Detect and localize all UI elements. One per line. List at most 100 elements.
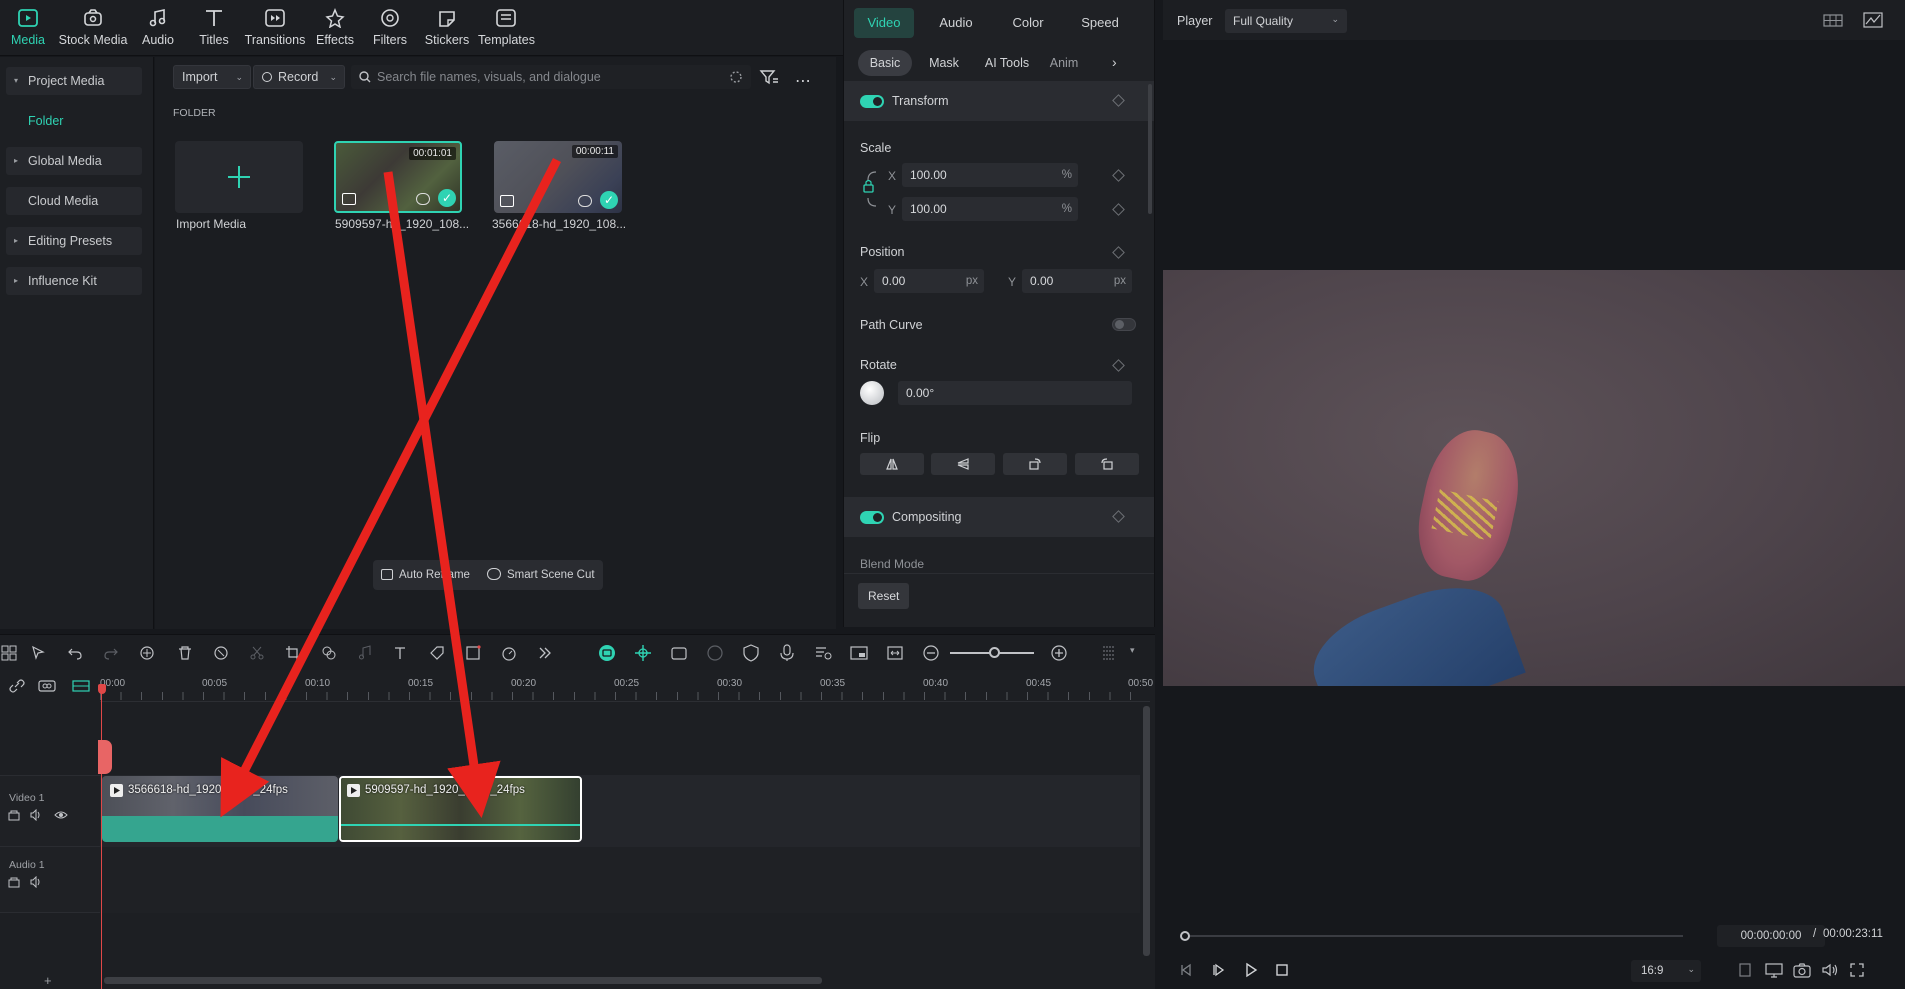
tab-speed[interactable]: Speed [1070, 8, 1130, 38]
keyframe-diamond-icon[interactable] [1112, 359, 1125, 372]
media-thumb-2[interactable]: 00:00:11 ✓ [494, 141, 622, 213]
zoom-slider-handle[interactable] [989, 647, 1000, 658]
subtab-basic[interactable]: Basic [858, 50, 912, 76]
playback-scrubber[interactable] [1183, 935, 1683, 937]
add-track-icon[interactable] [38, 678, 56, 694]
record-button[interactable]: Record ⌄ [253, 65, 345, 89]
scale-y-field[interactable]: 100.00 % [902, 197, 1078, 221]
import-button[interactable]: Import ⌄ [173, 65, 251, 89]
timeline-horizontal-scrollbar[interactable] [104, 977, 822, 984]
smart-scene-cut-button[interactable]: Smart Scene Cut [487, 560, 595, 590]
snap-icon[interactable] [634, 644, 652, 662]
tab-color[interactable]: Color [998, 8, 1058, 38]
microphone-icon[interactable] [778, 644, 796, 662]
playhead-handle[interactable] [98, 684, 106, 694]
more-options-icon[interactable]: ⋯ [795, 71, 812, 91]
aspect-ratio-dropdown[interactable]: 16:9 ⌄ [1631, 960, 1701, 982]
color-match-icon[interactable] [320, 644, 338, 662]
grid-layout-icon[interactable] [1823, 12, 1843, 28]
reset-button[interactable]: Reset [858, 583, 910, 609]
keyframe-diamond-icon[interactable] [1112, 510, 1125, 523]
link-icon[interactable] [8, 678, 26, 694]
render-icon[interactable] [706, 644, 724, 662]
playhead-line[interactable] [101, 690, 102, 989]
position-y-field[interactable]: 0.00 px [1022, 269, 1132, 293]
speed-icon[interactable] [500, 644, 518, 662]
keyframe-diamond-icon[interactable] [1112, 169, 1125, 182]
display-icon[interactable] [1765, 962, 1783, 978]
tab-templates[interactable]: Templates [478, 6, 535, 52]
volume-icon[interactable] [1821, 962, 1839, 978]
sidebar-item-global-media[interactable]: ▸ Global Media [6, 147, 142, 175]
rotate-counterclockwise-button[interactable] [1075, 453, 1139, 475]
undo-icon[interactable] [66, 644, 84, 662]
ai-highlight-icon[interactable] [598, 644, 616, 662]
rotate-clockwise-button[interactable] [1003, 453, 1067, 475]
tab-media[interactable]: Media [8, 6, 48, 52]
add-icon[interactable]: + [44, 973, 52, 988]
position-x-field[interactable]: 0.00 px [874, 269, 984, 293]
more-tools-icon[interactable] [536, 644, 554, 662]
current-time-field[interactable]: 00:00:00:00 [1717, 925, 1825, 947]
media-thumb-1[interactable]: 00:01:01 ✓ [334, 141, 462, 213]
compositing-section-header[interactable]: Compositing [844, 497, 1154, 537]
text-tool-icon[interactable] [392, 644, 410, 662]
video-preview[interactable] [1163, 270, 1905, 686]
delete-icon[interactable] [176, 644, 194, 662]
track-lock-icon[interactable] [8, 809, 20, 821]
fit-timeline-icon[interactable] [886, 644, 904, 662]
caret-down-icon[interactable]: ▾ [1130, 645, 1135, 656]
scale-x-field[interactable]: 100.00 % [902, 163, 1078, 187]
mark-icon[interactable] [1737, 962, 1753, 978]
flip-horizontal-button[interactable] [860, 453, 924, 475]
timeline-clip-2[interactable]: 5909597-hd_1920_1080_24fps [339, 776, 582, 842]
track-mute-icon[interactable] [30, 809, 42, 821]
sidebar-item-editing-presets[interactable]: ▸ Editing Presets [6, 227, 142, 255]
layout-icon[interactable] [0, 644, 18, 662]
track-visibility-icon[interactable] [54, 809, 68, 821]
compositing-toggle[interactable] [860, 511, 884, 524]
track-lock-icon[interactable] [8, 876, 20, 888]
redo-icon[interactable] [102, 644, 120, 662]
tab-titles[interactable]: Titles [195, 6, 233, 52]
ai-tool-icon[interactable] [138, 644, 156, 662]
audio-stretch-icon[interactable] [356, 644, 374, 662]
snapshot-icon[interactable] [1793, 962, 1811, 978]
timeline-ruler[interactable]: 00:00 00:05 00:10 00:15 00:20 00:25 00:3… [100, 670, 1153, 702]
subtab-animation[interactable]: Anim [1044, 50, 1084, 76]
previous-frame-icon[interactable] [1179, 962, 1195, 978]
quality-dropdown[interactable]: Full Quality ⌄ [1225, 9, 1347, 33]
track-mute-icon[interactable] [30, 876, 42, 888]
subtab-mask[interactable]: Mask [920, 50, 968, 76]
tab-stock-media[interactable]: Stock Media [58, 6, 128, 52]
sidebar-item-project-media[interactable]: ▾ Project Media [6, 67, 142, 95]
lock-icon[interactable] [862, 168, 882, 212]
pip-icon[interactable] [850, 644, 868, 662]
flip-vertical-button[interactable] [931, 453, 995, 475]
tab-stickers[interactable]: Stickers [424, 6, 470, 52]
keyframe-diamond-icon[interactable] [1112, 94, 1125, 107]
path-curve-toggle[interactable] [1112, 318, 1136, 331]
import-media-tile[interactable] [175, 141, 303, 213]
props-scrollbar[interactable] [1148, 84, 1152, 214]
play-icon[interactable] [1243, 962, 1259, 978]
rotate-field[interactable]: 0.00° [898, 381, 1132, 405]
sidebar-item-influence-kit[interactable]: ▸ Influence Kit [6, 267, 142, 295]
keyframe-diamond-icon[interactable] [1112, 203, 1125, 216]
next-frame-icon[interactable] [1211, 962, 1227, 978]
scope-icon[interactable] [1863, 11, 1883, 29]
crop-icon[interactable] [284, 644, 302, 662]
auto-reframe-button[interactable]: Auto Reframe [381, 560, 470, 590]
tab-audio-props[interactable]: Audio [926, 8, 986, 38]
fullscreen-icon[interactable] [1849, 962, 1865, 978]
media-search-input[interactable]: Search file names, visuals, and dialogue [351, 65, 751, 89]
track-layout-icon[interactable] [1100, 644, 1118, 662]
timeline-clip-1[interactable]: 3566618-hd_1920_1080_24fps [102, 776, 338, 842]
sidebar-item-cloud-media[interactable]: Cloud Media [6, 187, 142, 215]
playhead-marker[interactable] [98, 740, 112, 774]
timeline-vertical-scrollbar[interactable] [1143, 706, 1150, 956]
zoom-out-icon[interactable] [922, 644, 940, 662]
track-manager-icon[interactable] [72, 678, 90, 694]
tab-video[interactable]: Video [854, 8, 914, 38]
keyframe-diamond-icon[interactable] [1112, 246, 1125, 259]
